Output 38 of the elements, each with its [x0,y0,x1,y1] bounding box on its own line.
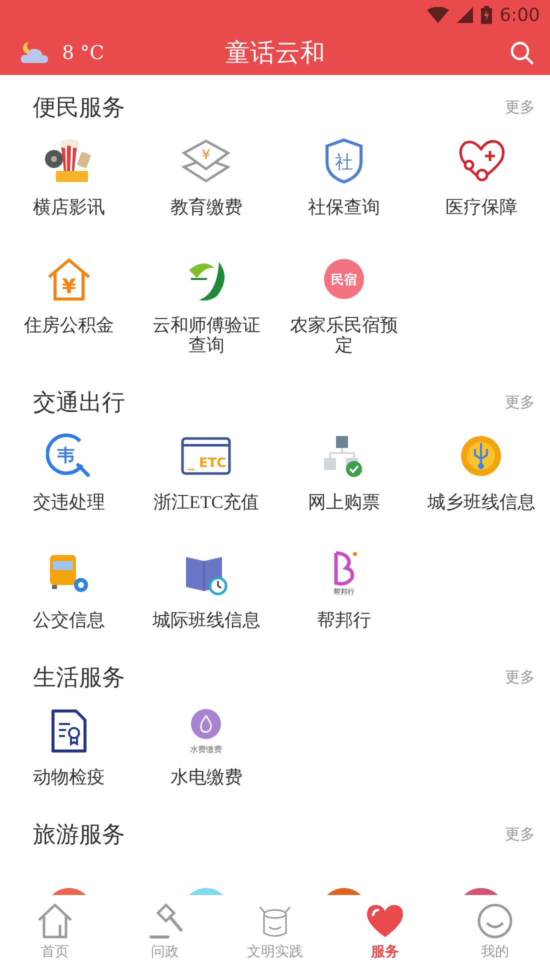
home-icon [36,903,74,939]
service-label[interactable]: 动物检疫 [8,767,129,787]
section-title: 便民服务 [33,94,125,122]
temperature-text: 8 °C [62,42,104,64]
network-check-icon[interactable] [324,434,364,478]
service-label[interactable]: 交违处理 [8,492,129,512]
service-label[interactable]: 教育缴费 [146,197,266,217]
service-label[interactable]: 帮邦行 [284,610,404,630]
service-label[interactable]: 网上购票 [284,492,404,512]
section-title: 交通出行 [33,389,125,417]
weather-icon [20,40,50,64]
usb-circle-icon[interactable] [460,435,502,477]
service-label[interactable]: 医疗保障 [421,197,542,217]
app-title: 童话云和 [225,38,325,69]
certificate-document-icon[interactable] [50,708,88,754]
service-label[interactable]: 云和师傅验证查询 [146,315,266,355]
service-label[interactable]: 横店影讯 [8,197,129,217]
bus-gear-icon[interactable] [48,553,90,595]
signal-icon [456,7,473,23]
service-label[interactable]: 住房公积金 [8,315,129,335]
service-label[interactable]: 浙江ETC充值 [146,492,266,512]
smiley-icon [476,903,514,939]
service-label[interactable]: 农家乐民宿预定 [284,315,404,355]
wifi-icon [426,7,449,23]
nav-tab[interactable]: 服务 [330,895,440,978]
service-label[interactable]: 社保查询 [284,197,404,217]
section-title: 旅游服务 [33,821,125,849]
status-time: 6:00 [500,4,540,26]
heart-icon [365,903,405,939]
section-title: 生活服务 [33,664,125,692]
service-label[interactable]: 公交信息 [8,610,129,630]
service-label[interactable]: 城际班线信息 [146,610,266,630]
cinema-icon[interactable] [44,139,94,183]
battery-icon [480,6,492,24]
service-label[interactable]: 水电缴费 [146,767,266,787]
shield-icon[interactable]: 社 [324,138,364,184]
service-label[interactable]: 城乡班线信息 [421,492,542,512]
search-icon[interactable] [510,40,534,64]
